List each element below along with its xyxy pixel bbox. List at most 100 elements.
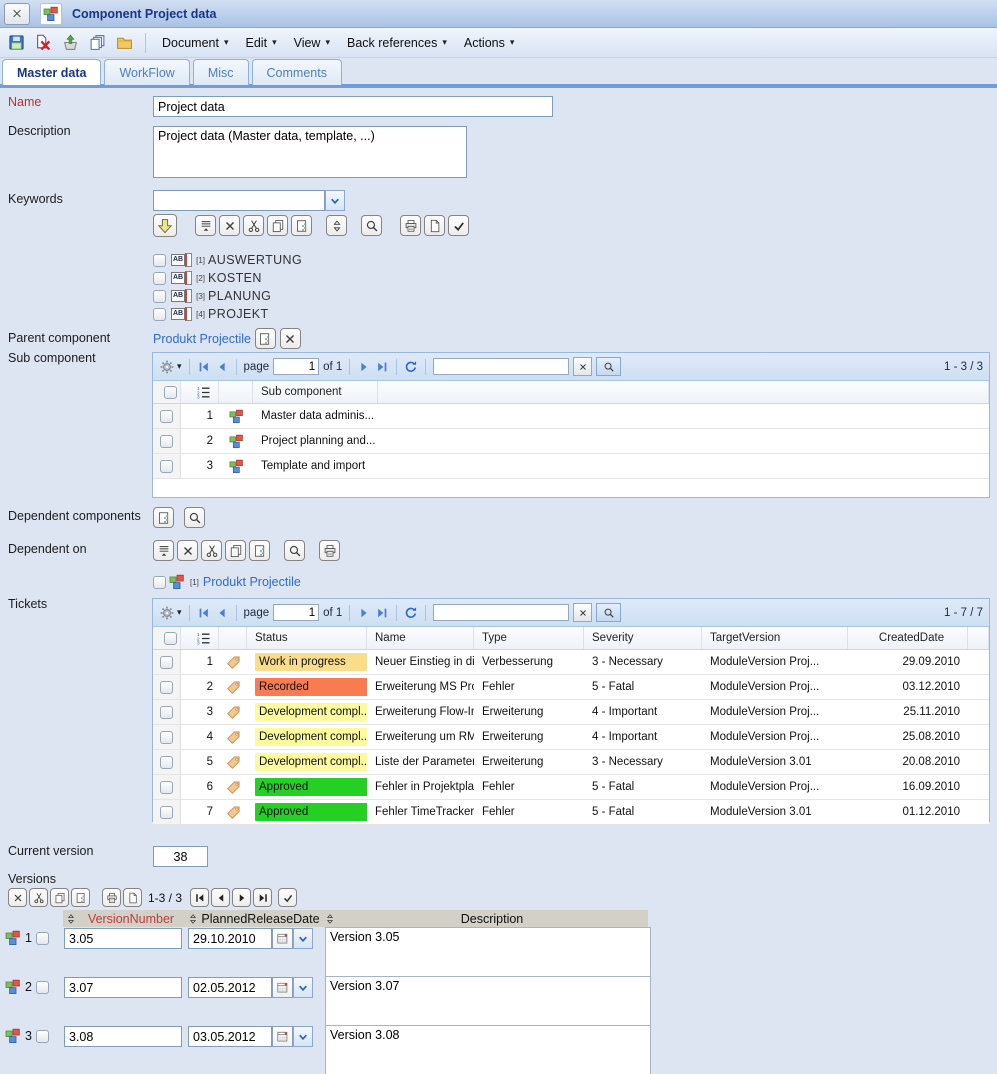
sub-grid-page-input[interactable] [273,358,319,375]
dependent-components-paste-button[interactable] [153,507,174,528]
keyword-checkbox[interactable] [153,272,166,285]
versions-next-button[interactable] [232,888,251,907]
planned-release-date-input[interactable] [188,977,272,998]
keyword-checkbox[interactable] [153,290,166,303]
parent-paste-button[interactable] [255,328,276,349]
search-button[interactable] [361,215,382,236]
sub-grid-row[interactable]: 1 Master data adminis... [153,404,989,429]
ticket-name[interactable]: Erweiterung um RM... [367,731,474,743]
versions-header-versionnumber[interactable]: VersionNumber [63,910,185,927]
new-document-button[interactable] [424,215,445,236]
row-checkbox[interactable] [160,731,173,744]
versions-first-button[interactable] [190,888,209,907]
row-checkbox[interactable] [160,410,173,423]
confirm-button[interactable] [448,215,469,236]
sub-component-name[interactable]: Master data adminis... [253,410,378,422]
ticket-row[interactable]: 3 Development compl... Erweiterung Flow-… [153,700,989,725]
version-checkbox[interactable] [36,981,49,994]
copy-button[interactable] [267,215,288,236]
sub-grid-clear-filter-button[interactable] [573,357,592,376]
tab-misc[interactable]: Misc [193,59,249,85]
sub-grid-search-button[interactable] [596,357,621,376]
tickets-grid-next-page-button[interactable] [357,606,371,620]
tab-comments[interactable]: Comments [252,59,342,85]
planned-release-date-input[interactable] [188,1026,272,1047]
remove-button[interactable] [219,215,240,236]
ticket-row[interactable]: 6 Approved Fehler in Projektpla... Fehle… [153,775,989,800]
select-all-checkbox[interactable] [164,386,177,399]
sub-grid-next-page-button[interactable] [357,360,371,374]
archive-button[interactable] [60,33,80,53]
row-checkbox[interactable] [160,460,173,473]
menu-edit[interactable]: Edit▾ [241,36,282,50]
dependent-on-checkbox[interactable] [153,576,166,589]
ticket-name[interactable]: Fehler TimeTracker [367,806,474,818]
keyword-checkbox[interactable] [153,308,166,321]
tickets-grid-filter-input[interactable] [433,604,569,621]
delete-document-button[interactable] [33,33,53,53]
tickets-grid-first-page-button[interactable] [197,606,211,620]
version-number-input[interactable] [64,1026,182,1047]
versions-header-description[interactable]: Description [322,910,648,927]
sub-grid-first-page-button[interactable] [197,360,211,374]
ticket-name[interactable]: Fehler in Projektpla... [367,781,474,793]
ticket-name[interactable]: Liste der Parameter... [367,756,474,768]
row-checkbox[interactable] [160,756,173,769]
version-number-input[interactable] [64,977,182,998]
tickets-grid-prev-page-button[interactable] [215,606,229,620]
tickets-header-createddate[interactable]: CreatedDate [848,627,968,649]
tickets-header-status[interactable]: Status [247,627,367,649]
current-version-input[interactable] [153,846,208,867]
tab-master-data[interactable]: Master data [2,59,101,85]
ticket-name[interactable]: Erweiterung MS Pro... [367,681,474,693]
save-button[interactable] [6,33,26,53]
parent-remove-button[interactable] [280,328,301,349]
close-button[interactable] [4,3,30,25]
versions-header-plannedreleasedate[interactable]: PlannedReleaseDate [185,910,322,927]
sort-button[interactable] [326,215,347,236]
sub-grid-last-page-button[interactable] [375,360,389,374]
tab-workflow[interactable]: WorkFlow [104,59,189,85]
sub-grid-settings-button[interactable]: ▾ [159,359,182,375]
keywords-combo-input[interactable] [153,190,325,211]
row-checkbox[interactable] [160,781,173,794]
versions-last-button[interactable] [253,888,272,907]
calendar-button[interactable] [272,928,293,949]
ticket-name[interactable]: Erweiterung Flow-In... [367,706,474,718]
version-checkbox[interactable] [36,932,49,945]
keywords-combo-dropdown-button[interactable] [325,190,345,211]
dependent-on-link[interactable]: Produkt Projectile [203,575,301,589]
dependent-on-remove-button[interactable] [177,540,198,561]
menu-actions[interactable]: Actions▾ [459,36,520,50]
sub-component-name[interactable]: Template and import [253,460,378,472]
ticket-row[interactable]: 2 Recorded Erweiterung MS Pro... Fehler … [153,675,989,700]
move-top-button[interactable] [195,215,216,236]
versions-print-button[interactable] [102,888,121,907]
paste-button[interactable] [291,215,312,236]
versions-copy-button[interactable] [50,888,69,907]
dependent-on-copy-button[interactable] [225,540,246,561]
versions-new-button[interactable] [123,888,142,907]
version-description-textarea[interactable]: Version 3.05 [325,927,651,977]
dependent-on-cut-button[interactable] [201,540,222,561]
row-checkbox[interactable] [160,435,173,448]
dependent-on-search-button[interactable] [284,540,305,561]
dependent-on-move-top-button[interactable] [153,540,174,561]
ticket-name[interactable]: Neuer Einstieg in di... [367,656,474,668]
insert-keyword-button[interactable] [153,214,177,237]
row-checkbox[interactable] [160,681,173,694]
versions-remove-button[interactable] [8,888,27,907]
sub-grid-row[interactable]: 2 Project planning and... [153,429,989,454]
versions-confirm-button[interactable] [278,888,297,907]
tickets-header-name[interactable]: Name [367,627,474,649]
version-description-textarea[interactable]: Version 3.08 [325,1025,651,1074]
tickets-header-targetversion[interactable]: TargetVersion [702,627,848,649]
planned-release-date-input[interactable] [188,928,272,949]
description-textarea[interactable]: Project data (Master data, template, ...… [153,126,467,178]
folder-button[interactable] [114,33,134,53]
row-checkbox[interactable] [160,706,173,719]
sub-component-name[interactable]: Project planning and... [253,435,378,447]
row-checkbox[interactable] [160,656,173,669]
date-dropdown-button[interactable] [293,977,313,998]
version-checkbox[interactable] [36,1030,49,1043]
